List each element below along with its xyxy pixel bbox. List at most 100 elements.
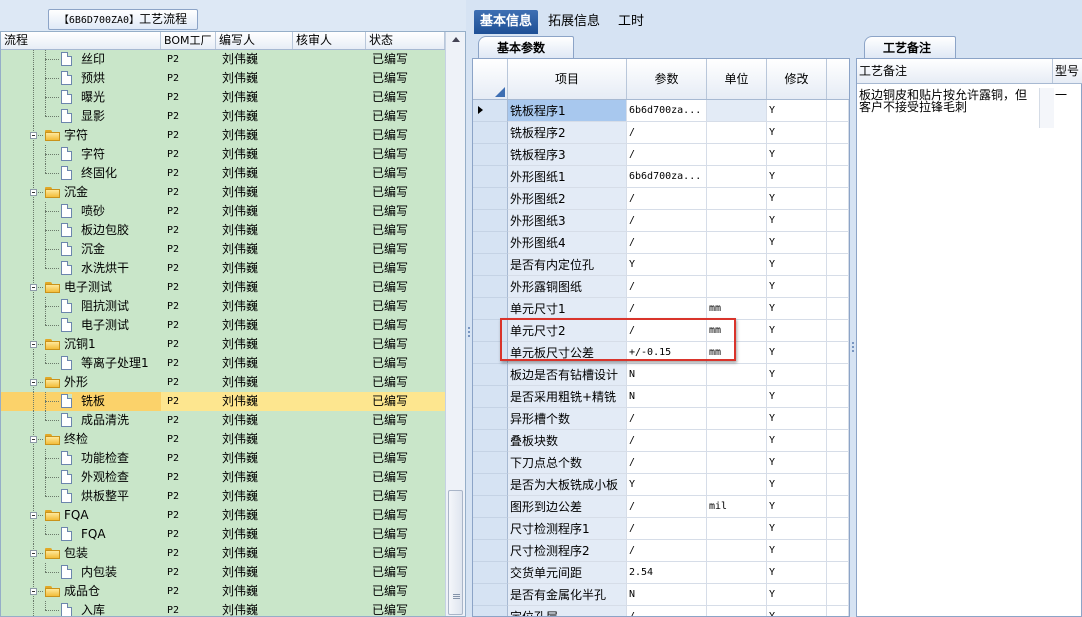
param-modify-cell[interactable]: Y: [767, 276, 827, 298]
collapse-toggle-icon[interactable]: [30, 588, 37, 595]
tree-node[interactable]: 终检: [1, 430, 161, 449]
param-modify-cell[interactable]: Y: [767, 254, 827, 276]
param-modify-cell[interactable]: Y: [767, 232, 827, 254]
tree-step-row[interactable]: 喷砂 P2 刘伟巍 已编写: [1, 202, 445, 221]
tree-node[interactable]: 电子测试: [1, 278, 161, 297]
tree-step-row[interactable]: 显影 P2 刘伟巍 已编写: [1, 107, 445, 126]
tree-node[interactable]: 预烘: [1, 69, 161, 88]
tree-node[interactable]: 成品清洗: [1, 411, 161, 430]
col-header-status[interactable]: 状态: [366, 32, 445, 49]
row-selector[interactable]: [473, 210, 508, 232]
col-header-notes[interactable]: 工艺备注: [857, 59, 1053, 83]
tree-step-row[interactable]: 板边包胶 P2 刘伟巍 已编写: [1, 221, 445, 240]
tree-node[interactable]: 电子测试: [1, 316, 161, 335]
row-selector[interactable]: [473, 518, 508, 540]
tree-step-row[interactable]: 沉金 P2 刘伟巍 已编写: [1, 240, 445, 259]
row-selector[interactable]: [473, 364, 508, 386]
tree-step-row[interactable]: 终固化 P2 刘伟巍 已编写: [1, 164, 445, 183]
tree-node[interactable]: 喷砂: [1, 202, 161, 221]
row-selector[interactable]: [473, 386, 508, 408]
tree-node[interactable]: 等离子处理1: [1, 354, 161, 373]
param-modify-cell[interactable]: Y: [767, 320, 827, 342]
tree-step-row[interactable]: 铣板 P2 刘伟巍 已编写: [1, 392, 445, 411]
row-selector[interactable]: [473, 540, 508, 562]
tab-basic-info[interactable]: 基本信息: [474, 10, 539, 34]
col-header-unit[interactable]: 单位: [707, 59, 767, 99]
param-modify-cell[interactable]: Y: [767, 166, 827, 188]
tree-step-row[interactable]: 丝印 P2 刘伟巍 已编写: [1, 50, 445, 69]
tree-node[interactable]: FQA: [1, 525, 161, 544]
tree-node[interactable]: 外观检查: [1, 468, 161, 487]
tree-step-row[interactable]: 烘板整平 P2 刘伟巍 已编写: [1, 487, 445, 506]
param-row[interactable]: 外形图纸1 6b6d700za... Y: [473, 166, 849, 188]
param-value-cell[interactable]: /: [627, 452, 707, 474]
tree-node[interactable]: 内包装: [1, 563, 161, 582]
param-row[interactable]: 是否为大板铣成小板 Y Y: [473, 474, 849, 496]
collapse-toggle-icon[interactable]: [30, 189, 37, 196]
tree-node[interactable]: 入库: [1, 601, 161, 616]
param-row[interactable]: 交货单元间距 2.54 Y: [473, 562, 849, 584]
row-selector[interactable]: [473, 232, 508, 254]
param-modify-cell[interactable]: Y: [767, 496, 827, 518]
tree-step-row[interactable]: 内包装 P2 刘伟巍 已编写: [1, 563, 445, 582]
tree-step-row[interactable]: 字符 P2 刘伟巍 已编写: [1, 145, 445, 164]
param-row[interactable]: 定位孔层 / Y: [473, 606, 849, 616]
param-modify-cell[interactable]: Y: [767, 408, 827, 430]
param-modify-cell[interactable]: Y: [767, 122, 827, 144]
row-selector[interactable]: [473, 452, 508, 474]
param-modify-cell[interactable]: Y: [767, 364, 827, 386]
param-modify-cell[interactable]: Y: [767, 584, 827, 606]
tree-group-row[interactable]: 终检 P2 刘伟巍 已编写: [1, 430, 445, 449]
param-row[interactable]: 下刀点总个数 / Y: [473, 452, 849, 474]
param-row[interactable]: 是否采用粗铣+精铣 N Y: [473, 386, 849, 408]
row-selector[interactable]: [473, 496, 508, 518]
tree-group-row[interactable]: 电子测试 P2 刘伟巍 已编写: [1, 278, 445, 297]
note-text[interactable]: 板边铜皮和贴片按允许露铜，但 客户不接受拉锋毛刺: [859, 89, 1039, 113]
param-row[interactable]: 板边是否有钻槽设计 N Y: [473, 364, 849, 386]
tree-step-row[interactable]: 外观检查 P2 刘伟巍 已编写: [1, 468, 445, 487]
tree-node[interactable]: 沉金: [1, 183, 161, 202]
row-selector[interactable]: [473, 430, 508, 452]
tree-group-row[interactable]: 沉铜1 P2 刘伟巍 已编写: [1, 335, 445, 354]
collapse-toggle-icon[interactable]: [30, 132, 37, 139]
tree-step-row[interactable]: 等离子处理1 P2 刘伟巍 已编写: [1, 354, 445, 373]
row-selector[interactable]: [473, 254, 508, 276]
param-modify-cell[interactable]: Y: [767, 100, 827, 122]
param-modify-cell[interactable]: Y: [767, 430, 827, 452]
param-row[interactable]: 单元尺寸1/mm Y: [473, 298, 849, 320]
collapse-toggle-icon[interactable]: [30, 550, 37, 557]
tree-group-row[interactable]: 字符 P2 刘伟巍 已编写: [1, 126, 445, 145]
param-modify-cell[interactable]: Y: [767, 342, 827, 364]
param-value-cell[interactable]: /: [627, 188, 707, 210]
tree-step-row[interactable]: FQA P2 刘伟巍 已编写: [1, 525, 445, 544]
row-selector[interactable]: [473, 100, 508, 122]
tree-node[interactable]: 终固化: [1, 164, 161, 183]
tree-node[interactable]: 沉铜1: [1, 335, 161, 354]
row-selector[interactable]: [473, 276, 508, 298]
tree-node[interactable]: 板边包胶: [1, 221, 161, 240]
param-row[interactable]: 异形槽个数 / Y: [473, 408, 849, 430]
param-value-cell[interactable]: /: [627, 518, 707, 540]
param-row[interactable]: 尺寸检测程序1/ Y: [473, 518, 849, 540]
tree-node[interactable]: 功能检查: [1, 449, 161, 468]
row-selector[interactable]: [473, 584, 508, 606]
tree-step-row[interactable]: 成品清洗 P2 刘伟巍 已编写: [1, 411, 445, 430]
row-selector[interactable]: [473, 474, 508, 496]
col-header-reviewer[interactable]: 核审人: [293, 32, 366, 49]
param-row[interactable]: 铣板程序2/ Y: [473, 122, 849, 144]
tree-node[interactable]: 曝光: [1, 88, 161, 107]
param-value-cell[interactable]: /: [627, 144, 707, 166]
param-row[interactable]: 尺寸检测程序2/ Y: [473, 540, 849, 562]
col-header-item[interactable]: 项目: [508, 59, 627, 99]
tree-node[interactable]: 烘板整平: [1, 487, 161, 506]
param-modify-cell[interactable]: Y: [767, 518, 827, 540]
tab-process-notes[interactable]: 工艺备注: [864, 36, 956, 58]
param-modify-cell[interactable]: Y: [767, 298, 827, 320]
param-value-cell[interactable]: /: [627, 540, 707, 562]
col-header-author[interactable]: 编写人: [216, 32, 293, 49]
param-modify-cell[interactable]: Y: [767, 188, 827, 210]
tree-node[interactable]: 铣板: [1, 392, 161, 411]
param-row[interactable]: 铣板程序1 6b6d700za... Y: [473, 100, 849, 122]
param-value-cell[interactable]: Y: [627, 474, 707, 496]
param-value-cell[interactable]: Y: [627, 254, 707, 276]
